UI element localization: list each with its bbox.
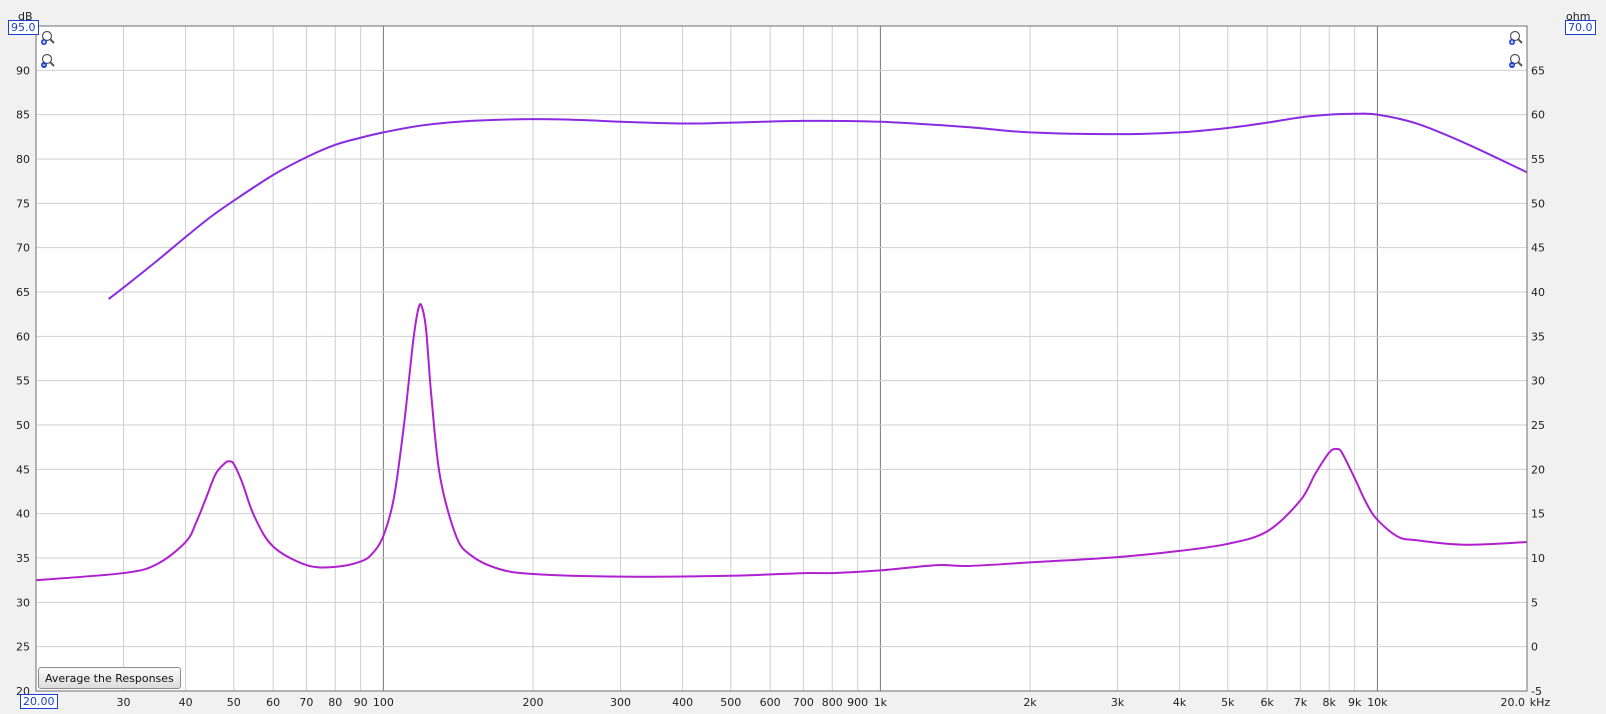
x-tick-label: 90 — [354, 696, 368, 709]
x-start-range-box[interactable]: 20.00 — [20, 694, 58, 709]
right-tick-label: 25 — [1531, 419, 1545, 432]
right-tick-label: 45 — [1531, 242, 1545, 255]
x-tick-label: 10k — [1367, 696, 1388, 709]
left-tick-label: 90 — [16, 64, 30, 77]
x-tick-label: 2k — [1023, 696, 1037, 709]
left-tick-label: 80 — [16, 153, 30, 166]
x-tick-label: 8k — [1323, 696, 1337, 709]
left-tick-label: 35 — [16, 552, 30, 565]
left-tick-label: 40 — [16, 508, 30, 521]
zoom-out-icon[interactable] — [40, 53, 56, 69]
chart: 253035404550556065707580859020 051015202… — [16, 10, 1590, 709]
plot-background — [36, 26, 1527, 691]
x-tick-label: 700 — [793, 696, 814, 709]
x-unit-label: kHz — [1530, 696, 1551, 709]
x-tick-label: 40 — [179, 696, 193, 709]
x-tick-label: 30 — [117, 696, 131, 709]
zoom-in-icon[interactable] — [40, 30, 56, 46]
right-tick-label: 35 — [1531, 330, 1545, 343]
x-tick-label: 5k — [1221, 696, 1235, 709]
left-tick-label: 75 — [16, 197, 30, 210]
left-tick-label: 30 — [16, 596, 30, 609]
left-tick-label: 60 — [16, 330, 30, 343]
x-tick-label: 60 — [266, 696, 280, 709]
zoom-in-icon-right[interactable] — [1508, 30, 1524, 46]
x-tick-label: 50 — [227, 696, 241, 709]
right-tick-label: 15 — [1531, 508, 1545, 521]
x-tick-label: 800 — [822, 696, 843, 709]
right-tick-label: 20 — [1531, 463, 1545, 476]
x-tick-label: 70 — [299, 696, 313, 709]
average-responses-button[interactable]: Average the Responses — [38, 667, 181, 689]
x-tick-label: 1k — [874, 696, 888, 709]
right-axis-ticks: 05101520253035404550556065-5 — [1531, 64, 1545, 698]
x-tick-label: 80 — [328, 696, 342, 709]
x-tick-label: 100 — [373, 696, 394, 709]
x-tick-label: 200 — [523, 696, 544, 709]
x-axis-ticks: 30 40 50 60 70 80 90 100 200 300 400 500 600 700 800 90… — [117, 696, 1551, 709]
x-tick-label: 9k — [1348, 696, 1362, 709]
right-tick-label: 0 — [1531, 641, 1538, 654]
x-tick-label: 500 — [720, 696, 741, 709]
right-tick-label: 5 — [1531, 596, 1538, 609]
x-tick-label: 6k — [1260, 696, 1274, 709]
x-tick-label: 20.0 — [1501, 696, 1526, 709]
x-tick-label: 7k — [1294, 696, 1308, 709]
left-tick-label: 85 — [16, 109, 30, 122]
x-tick-label: 400 — [672, 696, 693, 709]
right-tick-label: 50 — [1531, 197, 1545, 210]
left-axis-ticks: 253035404550556065707580859020 — [16, 64, 30, 698]
left-tick-label: 55 — [16, 375, 30, 388]
right-top-range-box[interactable]: 70.0 — [1565, 20, 1596, 35]
left-tick-label: 70 — [16, 242, 30, 255]
right-tick-label: 40 — [1531, 286, 1545, 299]
left-tick-label: 45 — [16, 463, 30, 476]
right-tick-label: 65 — [1531, 64, 1545, 77]
left-tick-label: 50 — [16, 419, 30, 432]
left-top-range-box[interactable]: 95.0 — [8, 20, 39, 35]
x-tick-label: 4k — [1173, 696, 1187, 709]
right-tick-label: 60 — [1531, 109, 1545, 122]
zoom-out-icon-right[interactable] — [1508, 53, 1524, 69]
x-tick-label: 3k — [1111, 696, 1125, 709]
x-tick-label: 300 — [610, 696, 631, 709]
right-tick-label: 30 — [1531, 375, 1545, 388]
left-tick-label: 65 — [16, 286, 30, 299]
right-tick-label: 10 — [1531, 552, 1545, 565]
right-tick-label: 55 — [1531, 153, 1545, 166]
x-tick-label: 600 — [760, 696, 781, 709]
left-tick-label: 25 — [16, 641, 30, 654]
x-tick-label: 900 — [847, 696, 868, 709]
